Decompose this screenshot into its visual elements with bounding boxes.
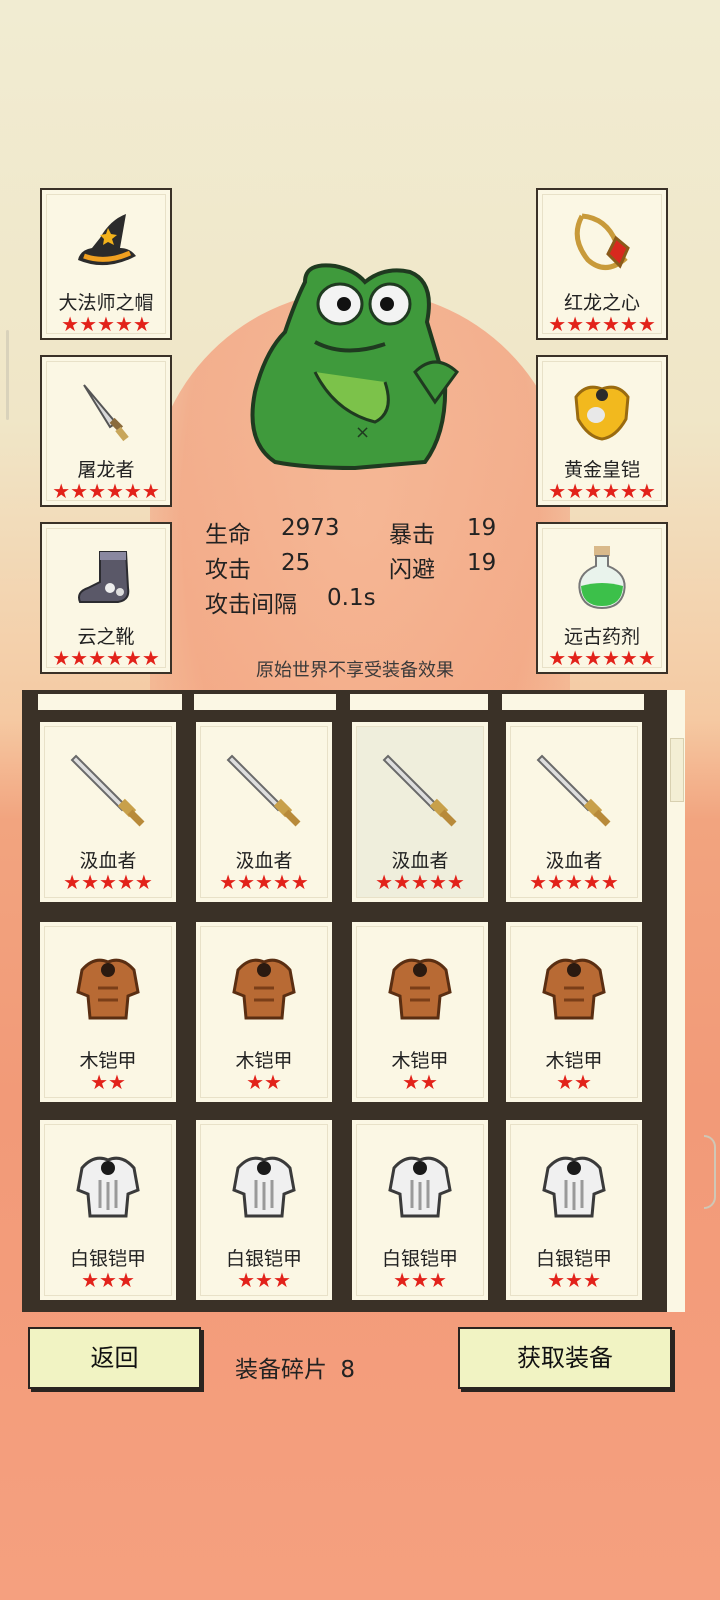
equip-name: 远古药剂 — [563, 626, 640, 648]
inventory-slot[interactable]: 白银铠甲 ★★★ — [38, 1118, 178, 1302]
sword-icon — [226, 754, 301, 827]
item-name: 白银铠甲 — [535, 1248, 612, 1270]
amulet-icon — [574, 213, 630, 270]
crit-value: 19 — [467, 515, 497, 541]
equip-slot-potion[interactable]: 远古药剂 ★★★★★★ — [536, 522, 668, 674]
partial-slot — [502, 694, 644, 710]
atk-label: 攻击 — [205, 557, 251, 583]
wood-armor-icon — [542, 958, 606, 1020]
equip-slot-armor[interactable]: 黄金皇铠 ★★★★★★ — [536, 355, 668, 507]
scrollbar-thumb[interactable] — [670, 738, 684, 802]
dodge-value: 19 — [467, 550, 497, 576]
interval-value: 0.1s — [327, 585, 376, 611]
fragment-counter: 装备碎片 8 — [235, 1350, 355, 1384]
star-rating: ★★★ — [81, 1268, 135, 1292]
star-rating: ★★★★★★ — [548, 479, 656, 503]
equip-name: 屠龙者 — [77, 459, 135, 481]
star-rating: ★★★★★★ — [548, 312, 656, 336]
star-rating: ★★★★★ — [219, 870, 309, 894]
star-rating: ★★★ — [547, 1268, 601, 1292]
sword-icon — [70, 754, 145, 827]
item-name: 汲血者 — [391, 850, 449, 872]
notice-text: 原始世界不享受装备效果 — [256, 660, 454, 681]
inventory-slot[interactable]: 木铠甲 ★★ — [38, 920, 178, 1104]
edge-handle — [6, 330, 9, 420]
inventory-slot[interactable]: 汲血者 ★★★★★ — [350, 720, 490, 904]
equip-name: 红龙之心 — [563, 292, 640, 314]
hp-value: 2973 — [281, 515, 340, 541]
equip-name: 黄金皇铠 — [563, 459, 640, 481]
fragment-count: 8 — [340, 1357, 355, 1383]
wood-armor-icon — [232, 958, 296, 1020]
svg-text:×: × — [355, 422, 370, 443]
sword-icon — [536, 754, 611, 827]
equip-slot-amulet[interactable]: 红龙之心 ★★★★★★ — [536, 188, 668, 340]
star-rating: ★★★ — [237, 1268, 291, 1292]
edge-handle — [704, 1135, 716, 1209]
item-name: 汲血者 — [545, 850, 603, 872]
star-rating: ★★★★★ — [63, 870, 153, 894]
inventory-slot[interactable]: 白银铠甲 ★★★ — [350, 1118, 490, 1302]
star-rating: ★★ — [90, 1070, 126, 1094]
inventory-slot[interactable]: 汲血者 ★★★★★ — [38, 720, 178, 904]
frog-character: × — [250, 263, 460, 471]
star-rating: ★★★★★ — [529, 870, 619, 894]
item-name: 白银铠甲 — [69, 1248, 146, 1270]
item-name: 木铠甲 — [235, 1050, 293, 1072]
item-name: 木铠甲 — [79, 1050, 137, 1072]
crit-label: 暴击 — [389, 522, 435, 548]
atk-value: 25 — [281, 550, 311, 576]
wood-armor-icon — [76, 958, 140, 1020]
star-rating: ★★ — [402, 1070, 438, 1094]
back-button[interactable]: 返回 — [28, 1327, 201, 1389]
fragment-label: 装备碎片 — [235, 1357, 327, 1383]
interval-label: 攻击间隔 — [205, 592, 297, 618]
boot-icon — [78, 551, 130, 603]
get-equipment-button[interactable]: 获取装备 — [458, 1327, 672, 1389]
star-rating: ★★★★★★ — [52, 479, 160, 503]
equip-name: 大法师之帽 — [58, 292, 154, 314]
wood-armor-icon — [388, 958, 452, 1020]
equip-name: 云之靴 — [77, 626, 135, 648]
dodge-label: 闪避 — [389, 557, 435, 583]
item-name: 木铠甲 — [391, 1050, 449, 1072]
dagger-icon — [83, 384, 129, 442]
partial-slot — [194, 694, 336, 710]
equip-slot-weapon[interactable]: 屠龙者 ★★★★★★ — [40, 355, 172, 507]
partial-slot — [350, 694, 488, 710]
potion-icon — [578, 546, 626, 610]
partial-slot — [38, 694, 182, 710]
inventory-slot[interactable]: 白银铠甲 ★★★ — [194, 1118, 334, 1302]
silver-armor-icon — [388, 1156, 452, 1218]
star-rating: ★★ — [246, 1070, 282, 1094]
item-name: 汲血者 — [79, 850, 137, 872]
hp-label: 生命 — [205, 522, 251, 548]
item-name: 木铠甲 — [545, 1050, 603, 1072]
star-rating: ★★★ — [393, 1268, 447, 1292]
star-rating: ★★★★★ — [61, 312, 151, 336]
inventory-slot[interactable]: 汲血者 ★★★★★ — [504, 720, 644, 904]
silver-armor-icon — [542, 1156, 606, 1218]
star-rating: ★★★★★ — [375, 870, 465, 894]
inventory-slot[interactable]: 汲血者 ★★★★★ — [194, 720, 334, 904]
silver-armor-icon — [232, 1156, 296, 1218]
star-rating: ★★ — [556, 1070, 592, 1094]
equip-slot-boots[interactable]: 云之靴 ★★★★★★ — [40, 522, 172, 674]
silver-armor-icon — [76, 1156, 140, 1218]
wizard-hat-icon — [78, 214, 136, 266]
inventory-slot[interactable]: 木铠甲 ★★ — [504, 920, 644, 1104]
item-name: 白银铠甲 — [225, 1248, 302, 1270]
item-name: 白银铠甲 — [381, 1248, 458, 1270]
equip-slot-hat[interactable]: 大法师之帽 ★★★★★ — [40, 188, 172, 340]
sword-icon — [382, 754, 457, 827]
inventory-slot[interactable]: 木铠甲 ★★ — [194, 920, 334, 1104]
gold-armor-icon — [574, 385, 630, 441]
inventory-slot[interactable]: 木铠甲 ★★ — [350, 920, 490, 1104]
item-name: 汲血者 — [235, 850, 293, 872]
inventory-slot[interactable]: 白银铠甲 ★★★ — [504, 1118, 644, 1302]
